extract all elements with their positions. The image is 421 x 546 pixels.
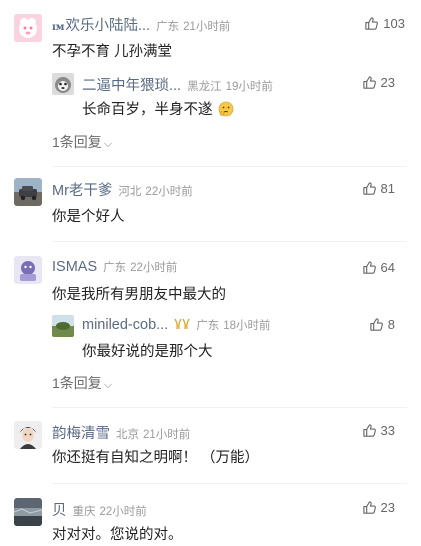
username-link[interactable]: 贝 bbox=[52, 503, 67, 519]
chevron-down-icon: ⌵ bbox=[103, 138, 113, 150]
reply-meta: 二逼中年猥琐... 黑龙江 19小时前 bbox=[82, 74, 273, 95]
divider bbox=[52, 241, 407, 242]
username-link[interactable]: Mr老干爹 bbox=[52, 183, 112, 199]
reply-username-link[interactable]: miniled-cob... bbox=[82, 317, 168, 333]
like-button[interactable]: 23 bbox=[362, 500, 395, 515]
location: 河北 bbox=[118, 186, 142, 198]
expand-replies-button[interactable]: 1条回复 ⌵ bbox=[52, 373, 112, 393]
avatar-image-icon bbox=[14, 14, 42, 42]
expand-replies-button[interactable]: 1条回复 ⌵ bbox=[52, 132, 112, 152]
avatar[interactable] bbox=[14, 256, 42, 284]
avatar-image-icon bbox=[52, 73, 74, 95]
avatar-image-icon bbox=[52, 315, 74, 337]
comment-text: 不孕不育 儿孙满堂 bbox=[52, 44, 173, 60]
like-count: 81 bbox=[380, 181, 395, 196]
like-count: 64 bbox=[380, 260, 395, 275]
comment-text: 你是我所有男朋友中最大的 bbox=[52, 287, 226, 303]
location: 广东 bbox=[156, 21, 180, 33]
thumbs-up-icon bbox=[362, 182, 376, 195]
timestamp: 21小时前 bbox=[183, 21, 231, 33]
username-link[interactable]: ɪᴍ欢乐小陆陆... bbox=[52, 18, 150, 34]
like-button[interactable]: 81 bbox=[362, 181, 395, 196]
thumbs-up-icon bbox=[365, 17, 379, 30]
reply-avatar[interactable] bbox=[52, 73, 74, 95]
chevron-down-icon: ⌵ bbox=[103, 379, 113, 391]
location: 广东 bbox=[196, 320, 220, 332]
reply-avatar[interactable] bbox=[52, 315, 74, 337]
like-count: 23 bbox=[380, 75, 395, 90]
location: 重庆 bbox=[72, 506, 96, 518]
comment-text: 你还挺有自知之明啊！ （万能） bbox=[52, 450, 260, 466]
location: 广东 bbox=[103, 262, 127, 274]
location: 黑龙江 bbox=[187, 81, 222, 93]
reply-text: 长命百岁，半身不遂 bbox=[82, 98, 234, 119]
thumbs-up-icon bbox=[362, 76, 376, 89]
like-count: 103 bbox=[383, 16, 405, 31]
reply-text: 你最好说的是那个大 bbox=[82, 344, 213, 360]
avatar-image-icon bbox=[14, 421, 42, 449]
like-button[interactable]: 103 bbox=[364, 16, 405, 31]
reply-username-link[interactable]: 二逼中年猥琐... bbox=[82, 78, 181, 94]
reply-like-button[interactable]: 8 bbox=[369, 317, 395, 332]
avatar-image-icon bbox=[14, 498, 42, 526]
thumbs-up-icon bbox=[362, 424, 376, 437]
divider bbox=[52, 483, 407, 484]
comment-text: 对对对。您说的对。 bbox=[52, 527, 183, 543]
comment-meta: Mr老干爹 河北 22小时前 bbox=[52, 179, 193, 200]
avatar[interactable] bbox=[14, 421, 42, 449]
like-button[interactable]: 33 bbox=[362, 423, 395, 438]
thinking-emoji-icon bbox=[218, 101, 233, 117]
comment-text: 你是个好人 bbox=[52, 209, 125, 225]
like-button[interactable]: 64 bbox=[362, 260, 395, 275]
thumbs-up-icon bbox=[362, 501, 376, 514]
reply-like-button[interactable]: 23 bbox=[362, 75, 395, 90]
divider bbox=[52, 166, 407, 167]
timestamp: 18小时前 bbox=[223, 320, 271, 332]
comment-meta: ɪᴍ欢乐小陆陆... 广东 21小时前 bbox=[52, 14, 230, 35]
avatar-image-icon bbox=[14, 178, 42, 206]
like-count: 8 bbox=[387, 317, 395, 332]
timestamp: 21小时前 bbox=[143, 429, 191, 441]
thumbs-up-icon bbox=[370, 318, 383, 331]
vip-badge-icon bbox=[174, 318, 190, 330]
comment-meta: ISMAS 广东 22小时前 bbox=[52, 258, 177, 275]
avatar[interactable] bbox=[14, 178, 42, 206]
username-link[interactable]: 韵梅清雪 bbox=[52, 426, 110, 442]
like-count: 23 bbox=[380, 500, 395, 515]
avatar[interactable] bbox=[14, 498, 42, 526]
comment-meta: 韵梅清雪 北京 21小时前 bbox=[52, 422, 190, 443]
timestamp: 22小时前 bbox=[99, 506, 147, 518]
reply-meta: miniled-cob... 广东 18小时前 bbox=[82, 316, 271, 333]
location: 北京 bbox=[116, 429, 139, 441]
avatar-image-icon bbox=[14, 256, 42, 284]
timestamp: 22小时前 bbox=[130, 262, 178, 274]
thumbs-up-icon bbox=[362, 261, 376, 274]
comment-meta: 贝重庆 22小时前 bbox=[52, 499, 147, 520]
timestamp: 19小时前 bbox=[225, 81, 273, 93]
divider bbox=[52, 407, 407, 408]
timestamp: 22小时前 bbox=[145, 186, 193, 198]
avatar[interactable] bbox=[14, 14, 42, 42]
like-count: 33 bbox=[380, 423, 395, 438]
username-link[interactable]: ISMAS bbox=[52, 259, 97, 275]
